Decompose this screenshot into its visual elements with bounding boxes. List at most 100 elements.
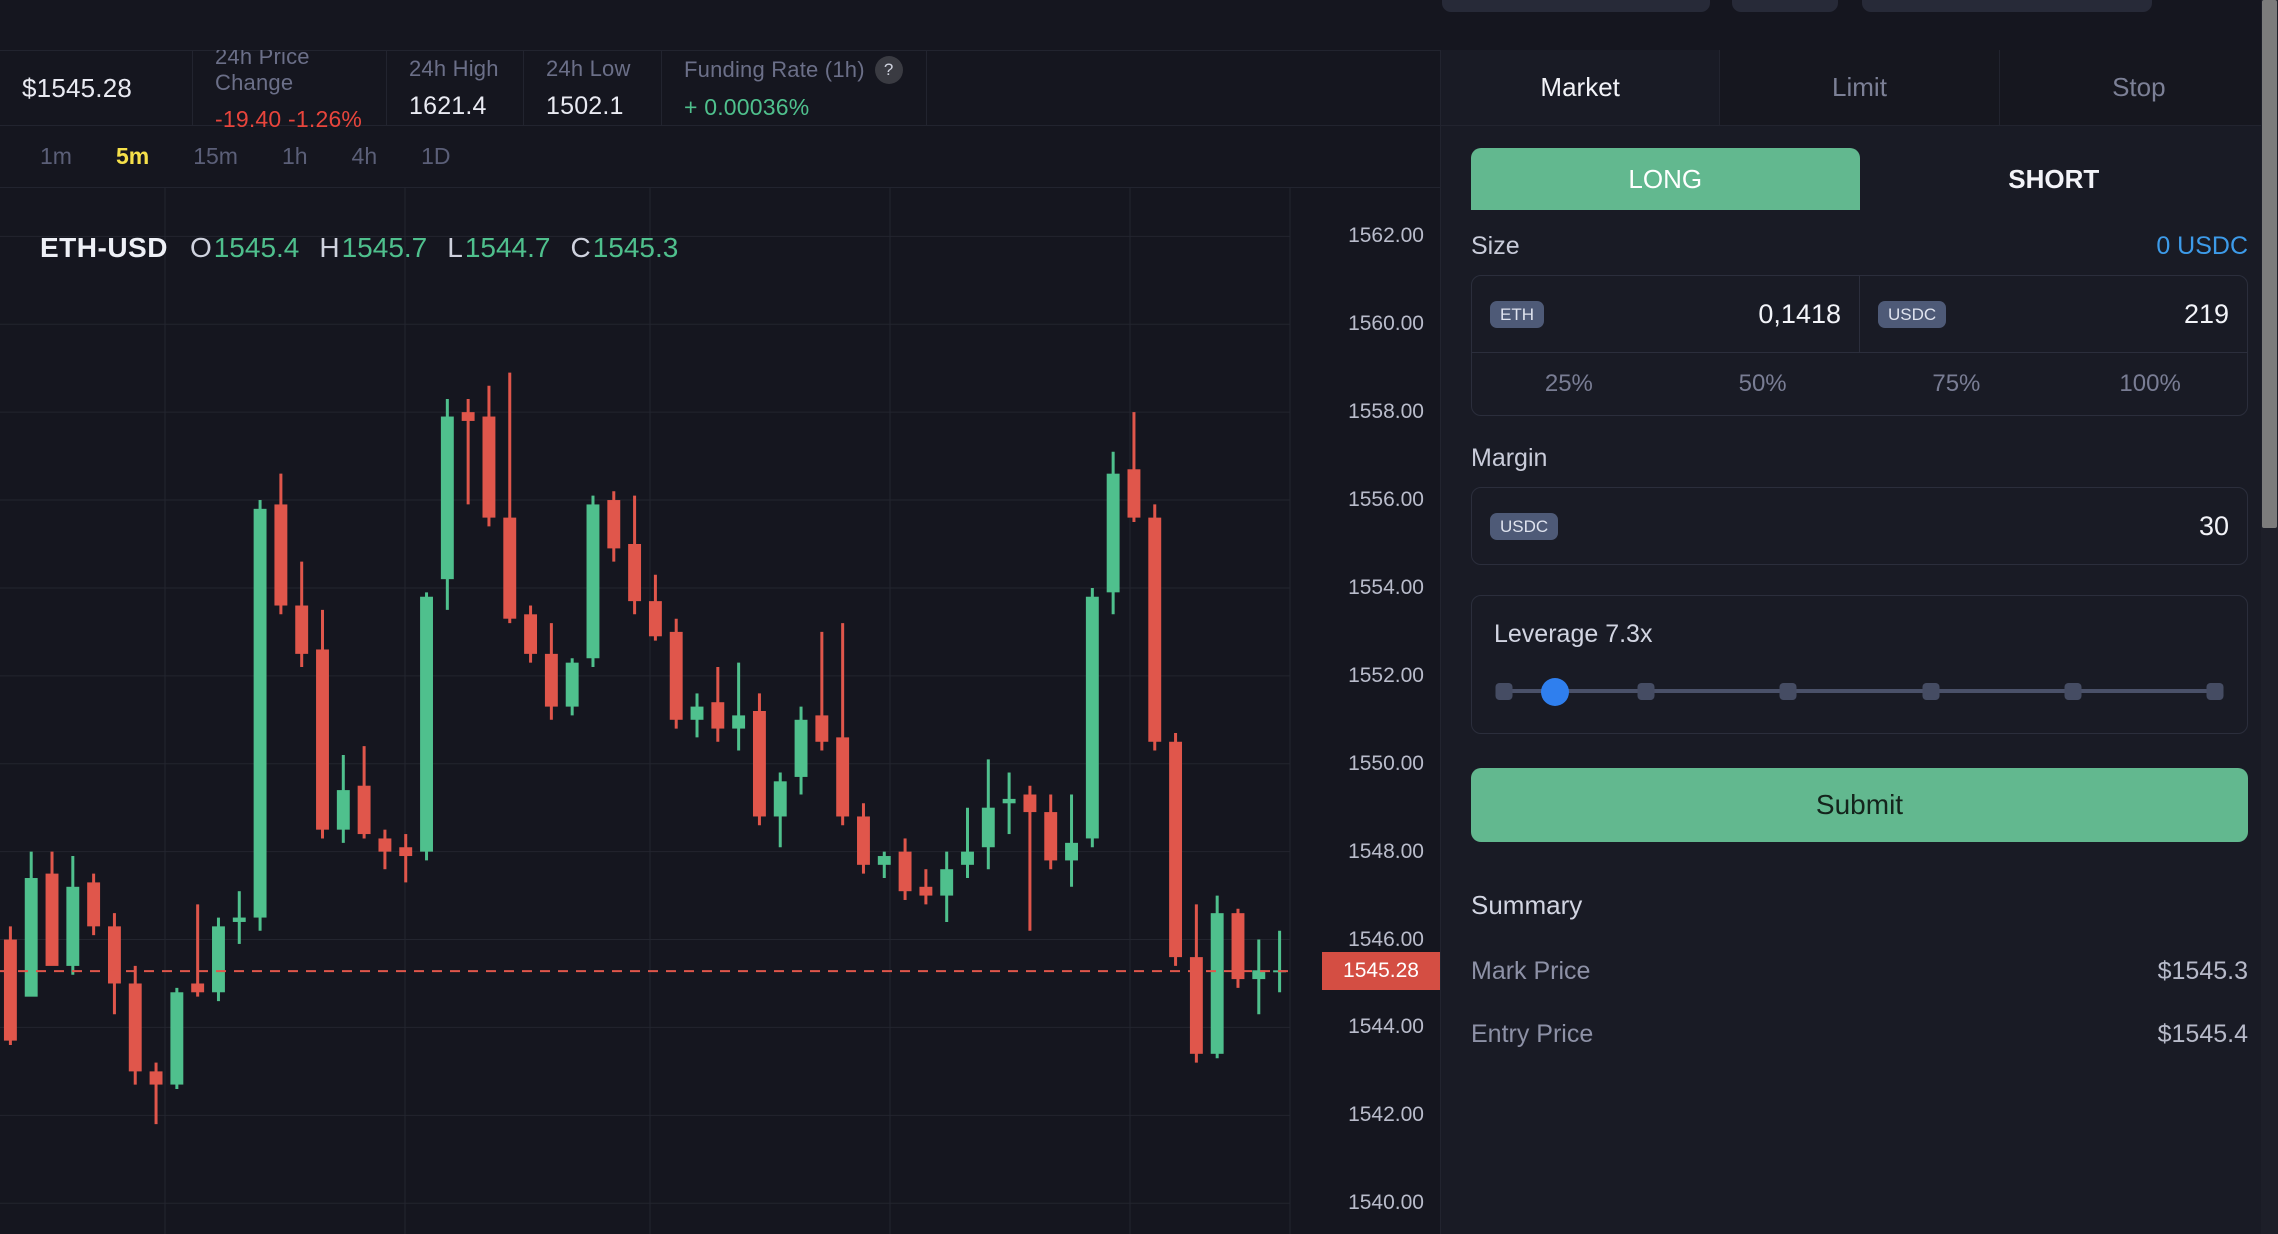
market-stats-bar: $1545.28 24h Price Change -19.40 -1.26% … [0, 44, 1440, 132]
stat-value: 1502.1 [546, 91, 624, 120]
stat-value: + 0.00036% [684, 93, 810, 120]
low-label: L [447, 232, 463, 263]
tab-market[interactable]: Market [1441, 50, 1721, 125]
candlestick-chart[interactable]: ETH-USD O 1545.4 H 1545.7 L 1544.7 C 154… [0, 188, 1440, 1234]
leverage-box: Leverage 7.3x [1471, 595, 2248, 734]
slider-thumb[interactable] [1541, 678, 1570, 706]
timeframe-15m[interactable]: 15m [171, 137, 260, 176]
timeframe-1h[interactable]: 1h [260, 137, 330, 176]
high-label: H [319, 232, 340, 263]
stat-label: 24h Low [546, 55, 631, 81]
timeframe-1m[interactable]: 1m [18, 137, 94, 176]
leverage-slider[interactable] [1494, 678, 2225, 706]
price-axis-tick: 1542.00 [1348, 1103, 1424, 1127]
summary-key: Mark Price [1471, 957, 1591, 985]
percent-75[interactable]: 75% [1860, 353, 2054, 415]
margin-input[interactable]: USDC 30 [1472, 488, 2247, 564]
price-axis-tick: 1560.00 [1348, 312, 1424, 336]
help-icon[interactable]: ? [874, 55, 903, 84]
chart-ohlc-legend: ETH-USD O 1545.4 H 1545.7 L 1544.7 C 154… [40, 232, 698, 264]
margin-value: 30 [2198, 510, 2229, 541]
stat-label: 24h Price Change [215, 43, 310, 95]
size-inputs: ETH 0,1418 USDC 219 [1472, 276, 2247, 352]
size-percent-row: 25% 50% 75% 100% [1472, 352, 2247, 415]
timeframe-selector: 1m 5m 15m 1h 4h 1D [0, 126, 1440, 188]
trading-app: $1545.28 24h Price Change -19.40 -1.26% … [0, 0, 2278, 1234]
long-button[interactable]: LONG [1471, 148, 1860, 210]
submit-button[interactable]: Submit [1471, 768, 2248, 842]
size-quote-value: 219 [2183, 298, 2229, 329]
slider-tick[interactable] [1779, 683, 1797, 700]
percent-100[interactable]: 100% [2053, 353, 2247, 415]
eth-token-badge: ETH [1490, 300, 1544, 328]
price-axis-tick: 1546.00 [1348, 927, 1424, 951]
summary-row-entry-price: Entry Price $1545.4 [1471, 1020, 2248, 1049]
stat-24h-low: 24h Low 1502.1 [524, 51, 662, 125]
price-axis-tick: 1552.00 [1348, 663, 1424, 687]
timeframe-5m[interactable]: 5m [94, 137, 171, 176]
stat-label: Funding Rate (1h) ? [684, 55, 904, 84]
summary-row-mark-price: Mark Price $1545.3 [1471, 957, 2248, 986]
order-type-tabs: Market Limit Stop [1441, 50, 2278, 126]
summary-value: $1545.4 [2157, 1020, 2248, 1048]
size-quote-input[interactable]: USDC 219 [1859, 276, 2247, 352]
stat-label: 24h High [409, 55, 499, 81]
price-axis-tick: 1556.00 [1348, 488, 1424, 512]
price-axis-tick: 1558.00 [1348, 400, 1424, 424]
slider-tick[interactable] [2206, 683, 2224, 700]
timeframe-1D[interactable]: 1D [399, 137, 472, 176]
open-value: 1545.4 [213, 232, 300, 263]
slider-track [1504, 689, 2215, 693]
slider-tick[interactable] [2064, 683, 2082, 700]
price-axis-tick: 1562.00 [1348, 224, 1424, 248]
order-form: Size 0 USDC ETH 0,1418 USDC 219 25% 50% … [1441, 232, 2278, 1049]
slider-tick[interactable] [1495, 683, 1513, 700]
usdc-token-badge: USDC [1490, 512, 1559, 540]
percent-25[interactable]: 25% [1472, 353, 1666, 415]
tab-stop[interactable]: Stop [1999, 50, 2278, 125]
last-price-value: $1545.28 [22, 72, 133, 103]
usdc-token-badge: USDC [1878, 300, 1947, 328]
size-header: Size 0 USDC [1471, 232, 2248, 261]
short-button[interactable]: SHORT [1860, 148, 2249, 210]
price-axis-tick: 1544.00 [1348, 1015, 1424, 1039]
scrollbar-thumb[interactable] [2262, 0, 2277, 528]
percent-50[interactable]: 50% [1666, 353, 1860, 415]
high-value: 1545.7 [341, 232, 428, 263]
chart-symbol: ETH-USD [40, 232, 168, 263]
slider-tick[interactable] [1637, 683, 1655, 700]
price-axis-tick: 1540.00 [1348, 1191, 1424, 1215]
size-base-value: 0,1418 [1758, 298, 1841, 329]
stat-24h-price-change: 24h Price Change -19.40 -1.26% [193, 44, 387, 132]
size-label: Size [1471, 232, 1520, 260]
last-price-stat: $1545.28 [0, 51, 193, 125]
leverage-label: Leverage 7.3x [1494, 620, 1653, 648]
chart-column: $1545.28 24h Price Change -19.40 -1.26% … [0, 0, 1440, 1234]
low-value: 1544.7 [464, 232, 551, 263]
chart-canvas[interactable] [0, 188, 1440, 1234]
stats-spacer [927, 51, 1440, 125]
current-price-tag: 1545.28 [1322, 952, 1440, 991]
page-scrollbar[interactable] [2261, 0, 2278, 1234]
stat-funding-rate: Funding Rate (1h) ? + 0.00036% [662, 51, 927, 125]
summary-value: $1545.3 [2157, 957, 2248, 985]
price-axis-tick: 1548.00 [1348, 839, 1424, 863]
slider-tick[interactable] [1922, 683, 1940, 700]
price-axis-tick: 1554.00 [1348, 575, 1424, 599]
stat-label-text: Funding Rate (1h) [684, 56, 865, 82]
order-side-toggle: LONG SHORT [1441, 126, 2278, 210]
summary-key: Entry Price [1471, 1020, 1594, 1048]
size-base-input[interactable]: ETH 0,1418 [1472, 276, 1859, 352]
close-value: 1545.3 [592, 232, 679, 263]
margin-label: Margin [1471, 444, 1548, 472]
open-label: O [189, 232, 212, 263]
size-box: ETH 0,1418 USDC 219 25% 50% 75% 100% [1471, 275, 2248, 416]
close-label: C [570, 232, 591, 263]
available-balance[interactable]: 0 USDC [2156, 232, 2248, 261]
timeframe-4h[interactable]: 4h [330, 137, 400, 176]
price-axis-tick: 1550.00 [1348, 751, 1424, 775]
stat-value: 1621.4 [409, 91, 487, 120]
order-panel: Market Limit Stop LONG SHORT Size 0 USDC… [1440, 0, 2278, 1234]
stat-24h-high: 24h High 1621.4 [387, 51, 524, 125]
tab-limit[interactable]: Limit [1720, 50, 2000, 125]
